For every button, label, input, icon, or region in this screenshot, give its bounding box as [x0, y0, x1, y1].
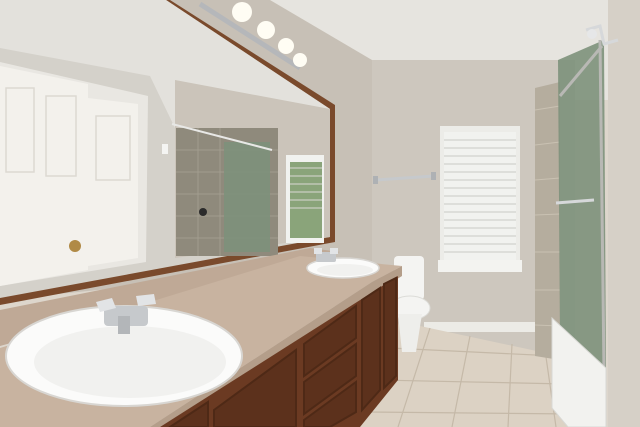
light-bulb: [257, 21, 275, 39]
reflected-window: [286, 155, 324, 243]
cabinet-door: [361, 286, 381, 413]
door-knob: [69, 240, 81, 252]
baseboard: [424, 322, 539, 332]
cabinet-door: [383, 276, 397, 391]
shower-glass: [224, 142, 270, 252]
window-sill: [438, 260, 522, 272]
reflected-door: [0, 62, 148, 286]
right-edge-wall: [608, 0, 640, 427]
bathroom-photo: [0, 0, 640, 427]
light-bulb: [293, 53, 307, 67]
enclosure-tile-wall: [535, 82, 560, 360]
reflected-shower: [171, 123, 278, 256]
window: [438, 126, 522, 272]
shower-valve: [199, 208, 207, 216]
light-bulb: [232, 2, 252, 22]
reflected-wall-plate: [162, 144, 168, 154]
light-bulb: [278, 38, 294, 54]
